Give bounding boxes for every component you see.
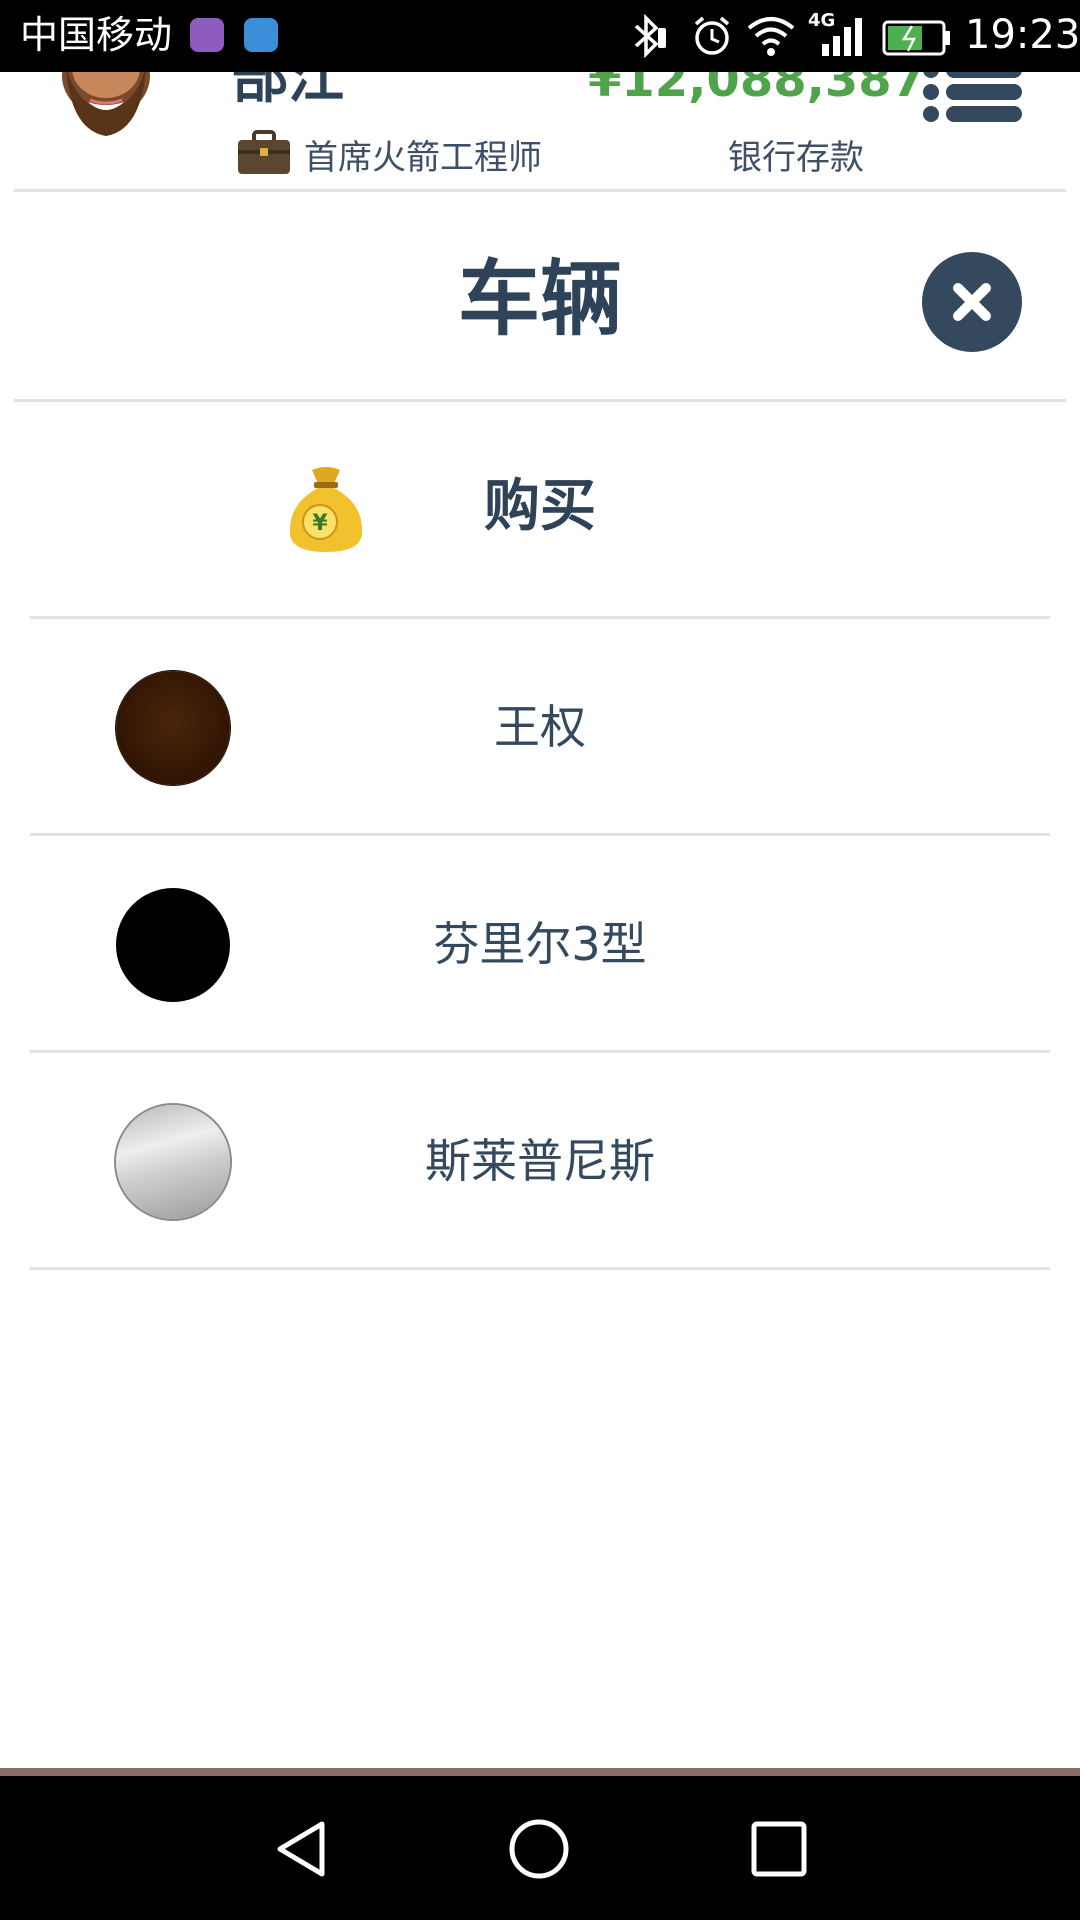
header-divider bbox=[14, 189, 1066, 192]
vehicle-row[interactable]: 王权 bbox=[30, 619, 1050, 836]
vehicle-row[interactable]: 芬里尔3型 bbox=[30, 836, 1050, 1053]
vehicle-row[interactable]: 斯莱普尼斯 bbox=[30, 1053, 1050, 1270]
bank-deposit-label: 银行存款 bbox=[728, 138, 864, 178]
clock-label: 19:23 bbox=[965, 12, 1080, 58]
buy-vehicle-button[interactable]: ¥ 购买 bbox=[30, 402, 1050, 619]
carrier-label: 中国移动 bbox=[20, 13, 173, 57]
car-name: 斯莱普尼斯 bbox=[425, 1134, 655, 1188]
close-button[interactable] bbox=[922, 252, 1022, 352]
car-name: 王权 bbox=[494, 700, 586, 754]
ad-banner-strip[interactable] bbox=[0, 1768, 1080, 1776]
status-bar: 中国移动 4G 19:23 bbox=[0, 0, 1080, 72]
home-icon[interactable] bbox=[506, 1816, 572, 1882]
close-icon bbox=[953, 283, 991, 321]
alarm-icon bbox=[694, 16, 730, 55]
vehicle-list: ¥ 购买 王权 芬里尔3型 斯莱普尼斯 bbox=[30, 402, 1050, 1270]
signal-icon bbox=[822, 18, 862, 56]
menu-icon[interactable] bbox=[922, 72, 1022, 136]
dialog-title: 车辆 bbox=[457, 252, 622, 347]
navigation-bar bbox=[0, 1776, 1080, 1920]
avatar[interactable] bbox=[52, 72, 160, 138]
player-header: 郜江 ¥12,088,387 首席火箭工程师 银行存款 bbox=[0, 72, 1080, 192]
back-icon[interactable] bbox=[268, 1816, 334, 1882]
player-name: 郜江 bbox=[232, 72, 344, 111]
screen: 中国移动 4G 19:23 郜江 ¥12,088,387 首席火箭工程师 银行存… bbox=[0, 0, 1080, 1920]
job-title: 首席火箭工程师 bbox=[304, 138, 542, 178]
wifi-icon bbox=[747, 17, 795, 56]
money-amount: ¥12,088,387 bbox=[588, 72, 926, 108]
buy-label: 购买 bbox=[484, 474, 596, 539]
recents-icon[interactable] bbox=[746, 1816, 812, 1882]
gallery-notification-icon bbox=[190, 18, 224, 52]
bluetooth-icon bbox=[634, 14, 666, 58]
briefcase-icon bbox=[238, 130, 290, 174]
car-name: 芬里尔3型 bbox=[433, 917, 647, 971]
battery-icon bbox=[882, 20, 950, 56]
info-notification-icon bbox=[244, 18, 278, 52]
